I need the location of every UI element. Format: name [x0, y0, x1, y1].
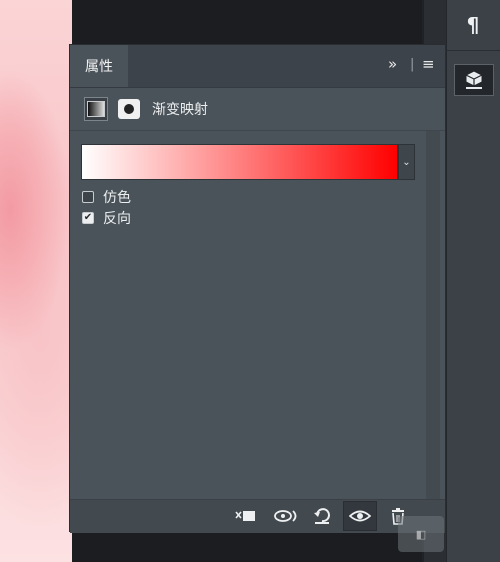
- toolbar-divider: [446, 50, 500, 51]
- workspace-background-bottom: [72, 532, 422, 562]
- watermark-logo: ◧: [398, 516, 444, 552]
- document-canvas[interactable]: [0, 0, 72, 562]
- dither-label: 仿色: [103, 190, 131, 206]
- clip-to-layer-icon: [235, 511, 255, 521]
- reset-button[interactable]: [308, 504, 336, 528]
- layer-mask-icon[interactable]: [118, 99, 140, 119]
- reset-icon: [314, 508, 330, 524]
- workspace-background-top: [72, 0, 422, 44]
- gradient-dropdown-button[interactable]: ⌄: [398, 144, 415, 180]
- reverse-checkbox[interactable]: ✔: [82, 212, 94, 224]
- collapse-panel-icon[interactable]: »: [388, 55, 397, 73]
- paragraph-icon: ¶: [466, 13, 480, 37]
- view-previous-state-icon: [274, 510, 297, 522]
- tab-properties[interactable]: 属性: [70, 45, 128, 87]
- clip-to-layer-button[interactable]: [232, 504, 260, 528]
- visibility-toggle-button[interactable]: [343, 501, 377, 531]
- panel-scrollbar[interactable]: [426, 131, 440, 499]
- adjustment-header: 渐变映射: [70, 88, 445, 131]
- view-previous-state-button[interactable]: [272, 504, 300, 528]
- visibility-eye-icon: [349, 510, 371, 522]
- panel-footer: [70, 499, 445, 533]
- dither-checkbox[interactable]: [82, 191, 94, 203]
- reverse-label: 反向: [103, 211, 131, 227]
- dither-option[interactable]: 仿色: [82, 187, 131, 207]
- gradient-preview[interactable]: [81, 144, 398, 180]
- gradient-map-adjustment-icon[interactable]: [84, 97, 108, 121]
- tab-properties-label: 属性: [85, 59, 113, 75]
- adjustment-title: 渐变映射: [152, 102, 208, 118]
- chevron-down-icon: ⌄: [402, 156, 411, 168]
- 3d-cube-icon: [465, 70, 483, 89]
- panel-tab-bar: 属性 » | ≡: [70, 45, 445, 88]
- panel-menu-icon[interactable]: ≡: [422, 55, 435, 73]
- 3d-panel-button[interactable]: [454, 64, 494, 96]
- tab-divider: |: [410, 57, 415, 72]
- properties-panel: 属性 » | ≡ 渐变映射 ⌄ 仿色 ✔ 反向: [69, 44, 446, 533]
- reverse-option[interactable]: ✔ 反向: [82, 208, 131, 228]
- paragraph-panel-button[interactable]: ¶: [454, 10, 492, 40]
